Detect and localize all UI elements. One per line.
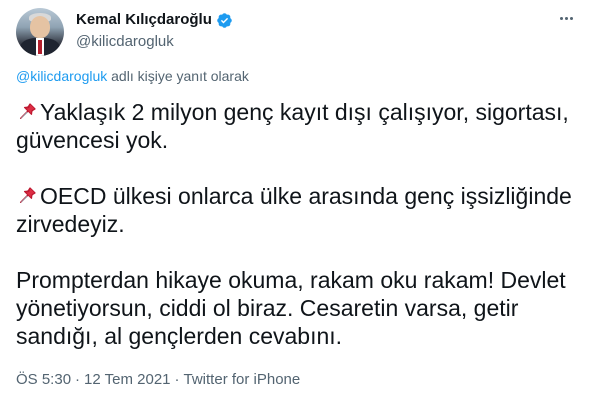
- reply-mention-link[interactable]: @kilicdarogluk: [16, 68, 107, 84]
- tweet-meta: ÖS 5:30 · 12 Tem 2021 · Twitter for iPhone: [16, 370, 300, 390]
- tweet-source[interactable]: Twitter for iPhone: [184, 371, 301, 388]
- author-handle[interactable]: @kilicdarogluk: [76, 32, 233, 52]
- tweet-header: Kemal Kılıçdaroğlu @kilicdarogluk: [16, 8, 578, 56]
- avatar-face: [30, 16, 50, 38]
- more-dot: [559, 16, 563, 20]
- tweet-text: Yaklaşık 2 milyon genç kayıt dışı çalışı…: [16, 98, 578, 378]
- tweet-line-1: Yaklaşık 2 milyon genç kayıt dışı çalışı…: [16, 99, 569, 153]
- tweet-time[interactable]: ÖS 5:30: [16, 371, 71, 388]
- display-name-row: Kemal Kılıçdaroğlu: [76, 10, 233, 30]
- pushpin-icon: [19, 103, 36, 120]
- reply-suffix: adlı kişiye yanıt olarak: [107, 68, 249, 84]
- tweet-card: Kemal Kılıçdaroğlu @kilicdarogluk @kilic…: [0, 0, 594, 403]
- author-block: Kemal Kılıçdaroğlu @kilicdarogluk: [76, 10, 233, 52]
- tweet-line-2: OECD ülkesi onlarca ülke arasında genç i…: [16, 183, 572, 237]
- tweet-date[interactable]: 12 Tem 2021: [84, 371, 170, 388]
- tweet-line-3: Prompterdan hikaye okuma, rakam oku raka…: [16, 267, 566, 349]
- more-dot: [569, 16, 573, 20]
- verified-badge-icon: [217, 12, 232, 28]
- tweet-paragraph-3: Prompterdan hikaye okuma, rakam oku raka…: [16, 266, 578, 350]
- more-options-icon[interactable]: [556, 8, 576, 28]
- more-dot: [564, 16, 568, 20]
- avatar-tie: [38, 40, 42, 54]
- meta-separator: ·: [174, 371, 180, 388]
- reply-context: @kilicdarogluk adlı kişiye yanıt olarak: [16, 66, 249, 86]
- pushpin-icon: [19, 187, 36, 204]
- avatar[interactable]: [16, 8, 64, 56]
- tweet-paragraph-1: Yaklaşık 2 milyon genç kayıt dışı çalışı…: [16, 98, 578, 154]
- meta-separator: ·: [75, 371, 81, 388]
- author-display-name[interactable]: Kemal Kılıçdaroğlu: [76, 10, 212, 30]
- tweet-paragraph-2: OECD ülkesi onlarca ülke arasında genç i…: [16, 182, 578, 238]
